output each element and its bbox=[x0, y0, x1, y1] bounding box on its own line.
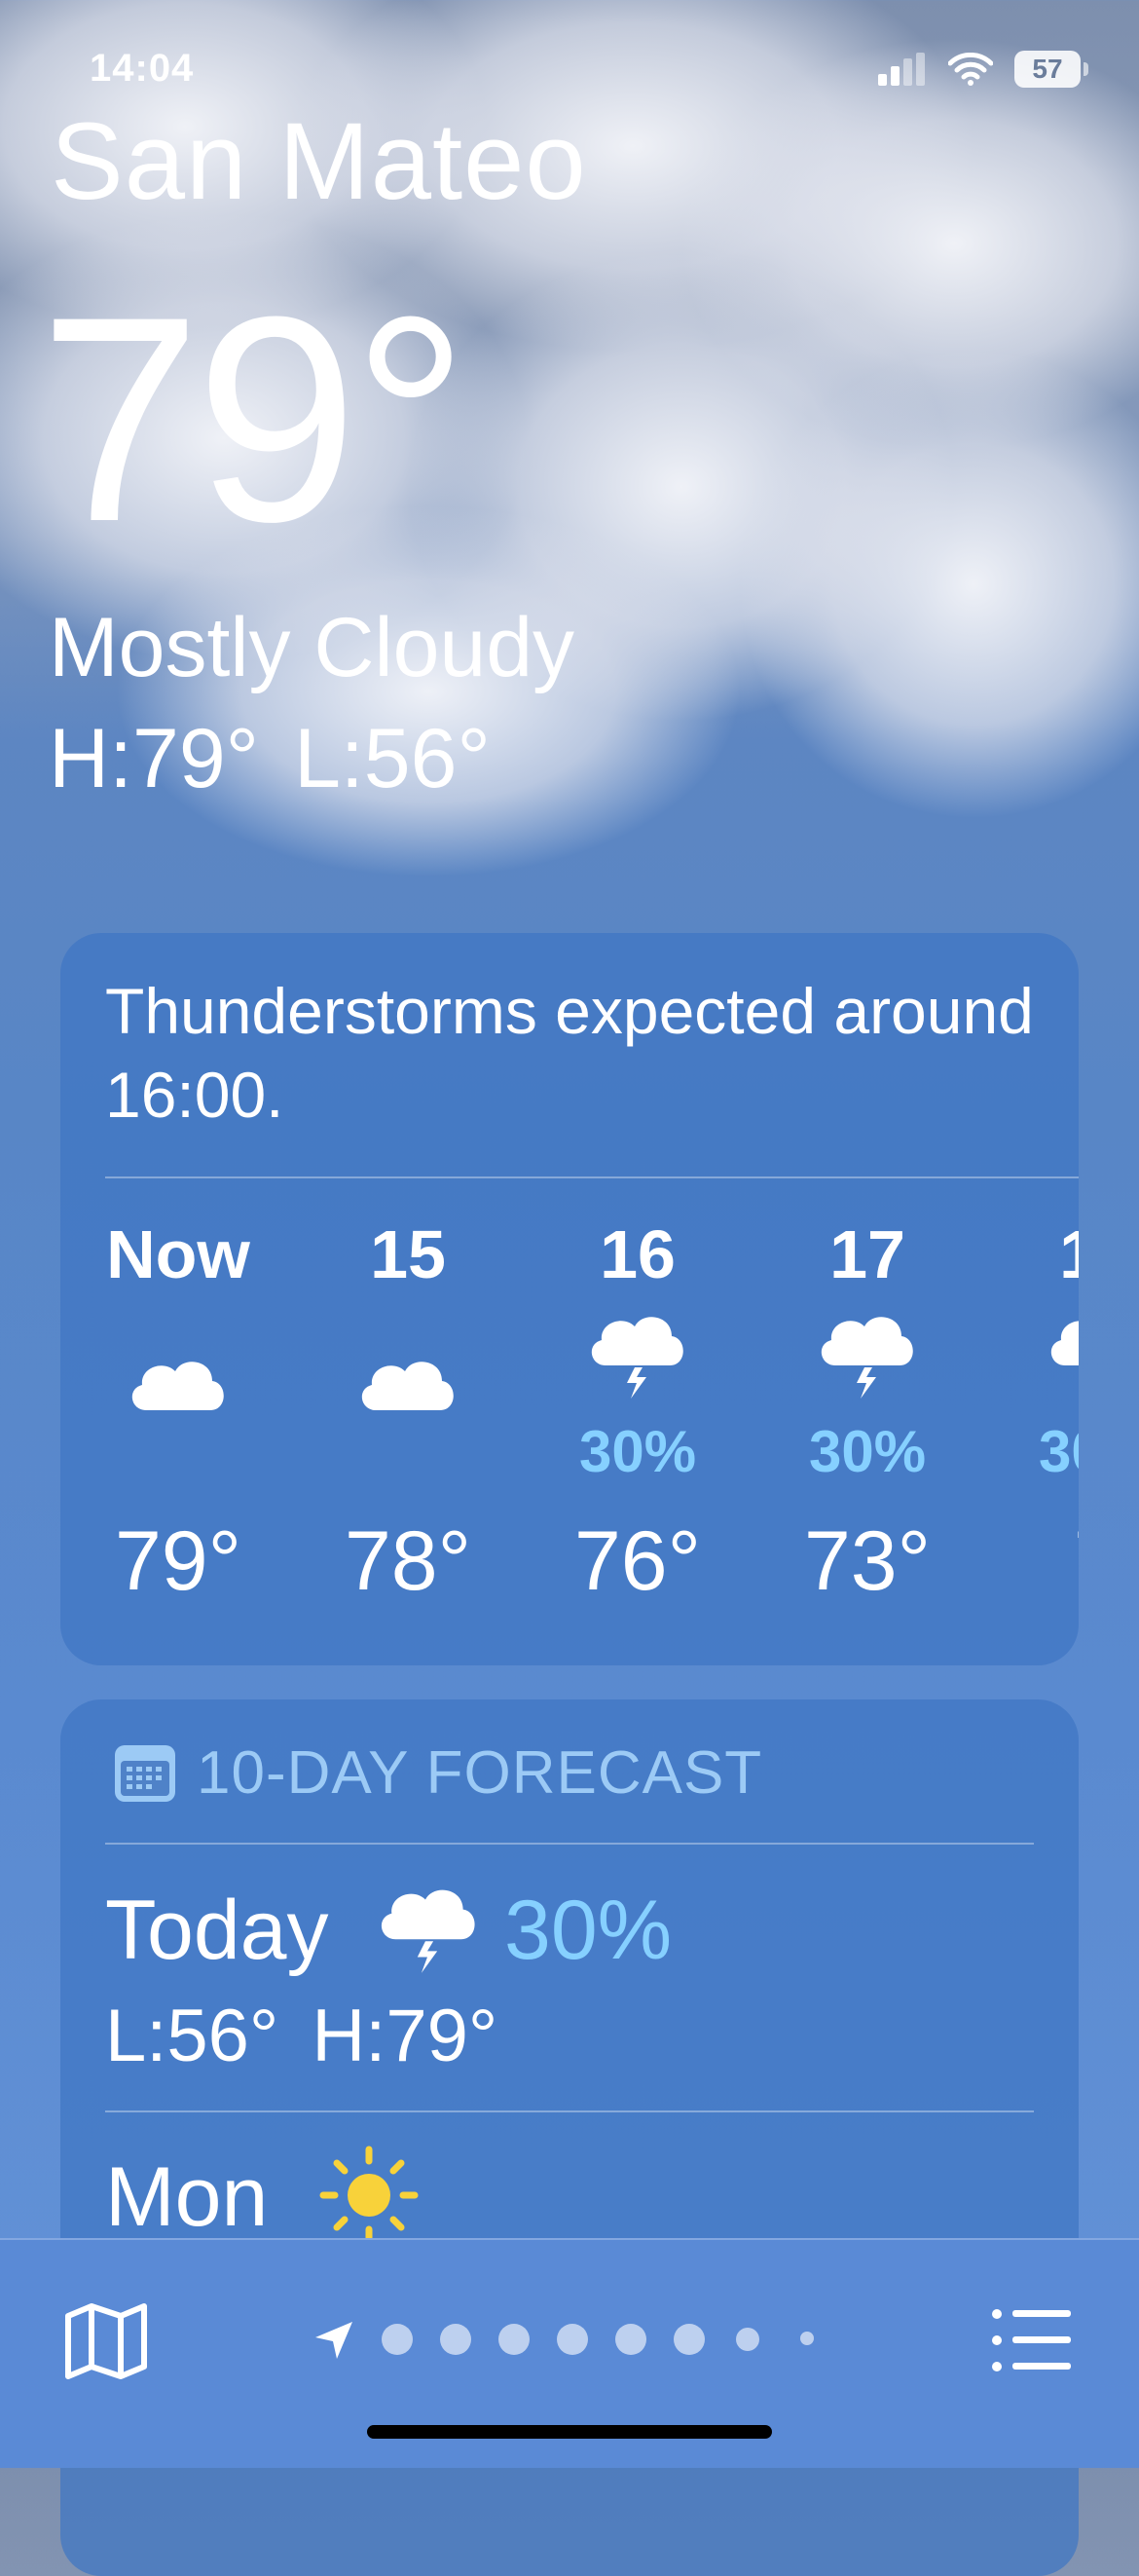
hour-precip: 30% bbox=[578, 1419, 697, 1484]
hour-temp: 78° bbox=[344, 1514, 472, 1608]
calendar-icon bbox=[115, 1744, 175, 1802]
day-name: Today bbox=[105, 1884, 329, 1977]
hour-precip: 30% bbox=[1038, 1419, 1079, 1484]
hour-label: 15 bbox=[370, 1216, 446, 1292]
page-dot[interactable] bbox=[498, 2324, 530, 2355]
cloud-icon bbox=[131, 1362, 224, 1410]
status-icons: 57 bbox=[878, 51, 1088, 88]
divider bbox=[105, 2110, 1034, 2112]
hour-temp: 79° bbox=[114, 1514, 242, 1608]
battery-level: 57 bbox=[1032, 54, 1063, 84]
thunderstorm-icon bbox=[821, 1317, 913, 1399]
hour-item: 17 30% 73° bbox=[794, 1215, 940, 1608]
day-low: L:56° bbox=[105, 1995, 279, 2077]
day-name: Mon bbox=[105, 2150, 269, 2244]
cellular-signal-icon bbox=[878, 53, 925, 86]
wifi-icon bbox=[948, 53, 993, 86]
city-name: San Mateo bbox=[51, 100, 587, 222]
page-dot[interactable] bbox=[440, 2324, 471, 2355]
hourly-forecast-card[interactable]: Thunderstorms expected around 16:00. Now… bbox=[60, 933, 1079, 1665]
status-time: 14:04 bbox=[90, 47, 195, 90]
home-indicator[interactable] bbox=[367, 2425, 772, 2439]
day-high: H:79° bbox=[312, 1995, 498, 2077]
page-dot[interactable] bbox=[382, 2324, 413, 2355]
hour-temp: 73° bbox=[803, 1514, 932, 1608]
list-icon[interactable] bbox=[991, 2306, 1073, 2374]
forecast-title: 10-DAY FORECAST bbox=[197, 1739, 763, 1807]
hour-label: 17 bbox=[829, 1216, 905, 1292]
thunderstorm-icon bbox=[1051, 1321, 1079, 1365]
page-dot[interactable] bbox=[557, 2324, 588, 2355]
hour-label: 16 bbox=[600, 1216, 676, 1292]
battery-indicator: 57 bbox=[1014, 51, 1088, 88]
hour-temp: 7 bbox=[1024, 1513, 1079, 1610]
high-temp: H:79° bbox=[49, 712, 260, 805]
sun-icon bbox=[319, 2146, 419, 2245]
thunderstorm-icon bbox=[591, 1317, 683, 1399]
hour-item: Now 79° bbox=[105, 1215, 251, 1608]
low-temp: L:56° bbox=[294, 712, 491, 805]
hour-label: Now bbox=[106, 1216, 250, 1292]
map-icon[interactable] bbox=[64, 2302, 148, 2380]
day-precip: 30% bbox=[504, 1884, 673, 1977]
hour-precip: 30% bbox=[808, 1419, 927, 1484]
hour-item: 15 78° bbox=[335, 1215, 481, 1608]
page-dot[interactable] bbox=[800, 2332, 814, 2345]
forecast-summary: Thunderstorms expected around 16:00. bbox=[105, 975, 1034, 1131]
hour-item: 16 30% 76° bbox=[565, 1215, 711, 1608]
page-dot[interactable] bbox=[615, 2324, 646, 2355]
day-high-low: L:56° H:79° bbox=[105, 1994, 531, 2078]
page-dot[interactable] bbox=[736, 2328, 759, 2351]
hour-temp: 76° bbox=[573, 1514, 702, 1608]
hour-label: 18 bbox=[1059, 1216, 1079, 1292]
forecast-header: 10-DAY FORECAST bbox=[113, 1738, 762, 1808]
current-temperature: 79° bbox=[39, 255, 469, 582]
hourly-row[interactable]: Now 79° 15 78° 16 30% 76° 17 30% 73° 1 3 bbox=[105, 1215, 1079, 1608]
hour-item: 18 30% 7 bbox=[1024, 1215, 1079, 1608]
page-dot[interactable] bbox=[674, 2324, 705, 2355]
location-arrow-icon[interactable] bbox=[313, 2320, 354, 2361]
current-condition: Mostly Cloudy bbox=[49, 601, 575, 694]
cloud-icon bbox=[361, 1362, 454, 1410]
thunderstorm-icon bbox=[381, 1889, 475, 1973]
high-low: H:79° L:56° bbox=[49, 717, 526, 801]
divider bbox=[105, 1176, 1079, 1178]
divider bbox=[105, 1843, 1034, 1845]
